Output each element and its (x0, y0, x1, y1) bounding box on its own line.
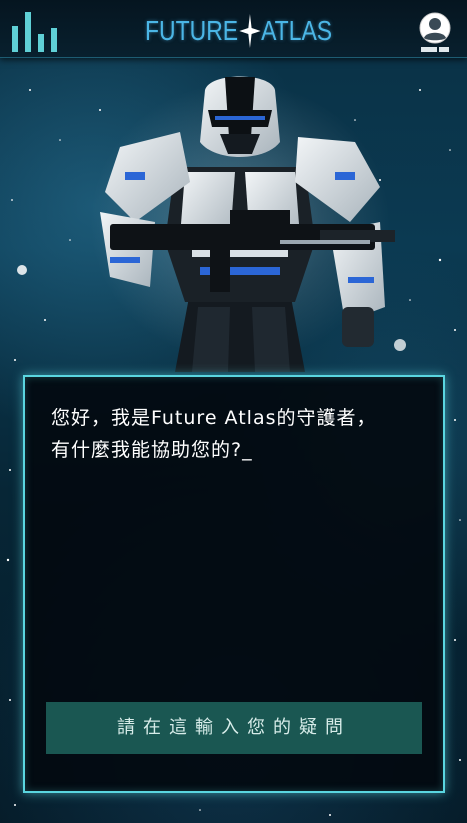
question-input-field[interactable]: 請在這輸入您的疑問 (46, 702, 422, 754)
top-navigation-bar: FUTURE ATLAS (0, 0, 467, 58)
armored-soldier-illustration (90, 76, 395, 372)
logo-star-icon (238, 14, 261, 48)
logo-text-atlas: ATLAS (261, 15, 333, 46)
app-logo[interactable]: FUTURE ATLAS (145, 14, 332, 48)
app-screen: FUTURE ATLAS 您好，我是Future Atlas的守護者，有什麼我能… (0, 0, 467, 823)
bar-chart-menu-icon[interactable] (12, 10, 60, 52)
guardian-greeting-message: 您好，我是Future Atlas的守護者，有什麼我能協助您的?_ (51, 407, 377, 461)
logo-text-future: FUTURE (145, 15, 239, 46)
user-profile-icon[interactable] (417, 10, 453, 54)
chat-dialog-panel: 您好，我是Future Atlas的守護者，有什麼我能協助您的?_ 請在這輸入您… (23, 375, 445, 793)
